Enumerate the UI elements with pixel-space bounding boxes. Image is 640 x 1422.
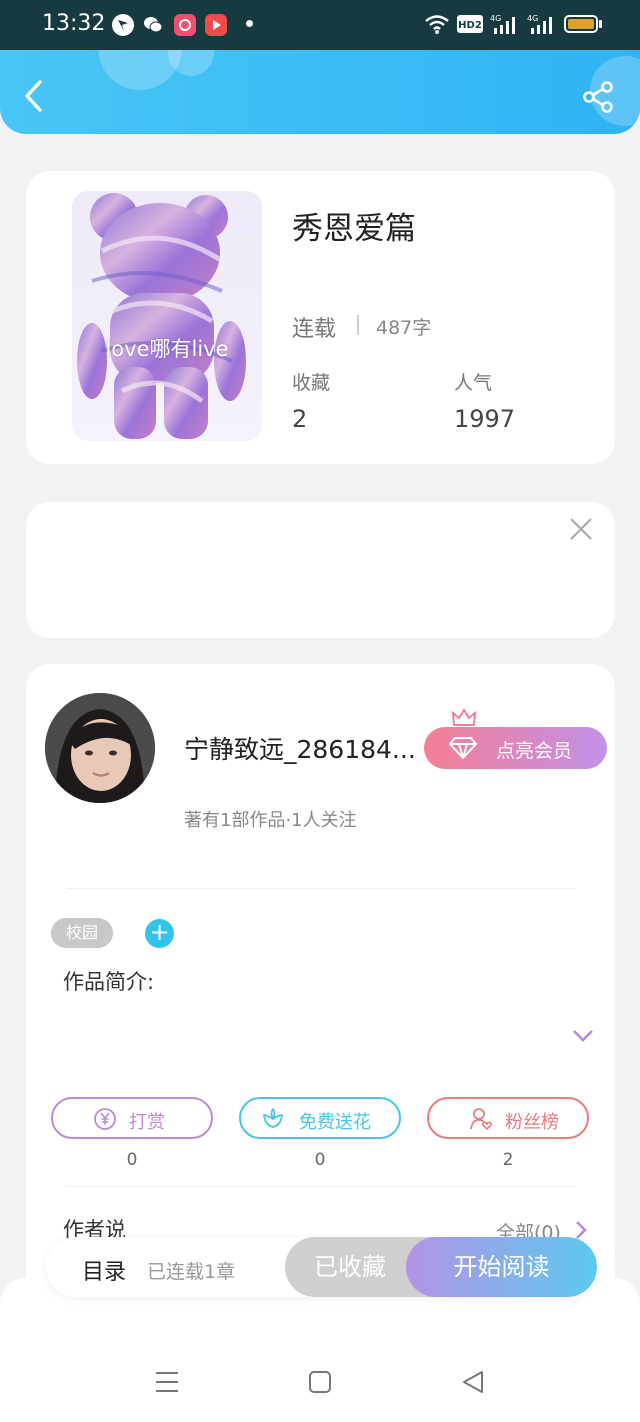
hd-badge: HD2 — [457, 15, 483, 37]
plus-icon: + — [149, 918, 170, 946]
author-name[interactable]: 宁静致远_286184... — [184, 730, 424, 766]
author-avatar[interactable] — [45, 693, 155, 803]
share-button[interactable] — [582, 80, 616, 114]
favorites-label: 收藏 — [292, 372, 331, 394]
status-bar: 13:32 HD2 4G 4G — [0, 0, 640, 50]
vip-button[interactable]: 点亮会员 — [424, 727, 607, 769]
system-navigation-bar — [0, 1278, 640, 1422]
section-divider — [66, 888, 576, 889]
user-heart-icon — [470, 1108, 492, 1131]
home-square-icon — [309, 1371, 331, 1393]
add-tag-button[interactable]: + — [145, 919, 174, 948]
bear-cover-illustration — [77, 193, 246, 439]
start-reading-button[interactable]: 开始阅读 — [406, 1237, 597, 1297]
reward-count: 0 — [126, 1150, 138, 1170]
battery-icon — [564, 15, 598, 33]
status-time: 13:32 — [42, 11, 106, 36]
popularity-value: 1997 — [454, 405, 516, 433]
send-flower-button[interactable]: 免费送花 — [239, 1097, 401, 1139]
fan-count: 2 — [502, 1150, 514, 1170]
fan-ranking-button[interactable]: 粉丝榜 — [427, 1097, 589, 1139]
yen-coin-icon — [94, 1108, 116, 1130]
notification-dot — [246, 20, 253, 27]
chevron-left-icon — [25, 80, 42, 112]
flower-icon — [263, 1108, 283, 1128]
table-of-contents-button[interactable]: 目录 — [82, 1254, 126, 1286]
collected-label: 已收藏 — [314, 1253, 386, 1281]
diamond-icon — [449, 737, 477, 759]
flower-count: 0 — [314, 1150, 326, 1170]
svg-text:HD2: HD2 — [458, 20, 482, 31]
vip-button-label: 点亮会员 — [496, 740, 573, 762]
wechat-icon — [142, 14, 164, 36]
avatar-photo — [45, 693, 155, 803]
reward-label: 打赏 — [129, 1112, 165, 1133]
back-triangle-icon — [463, 1371, 483, 1393]
home-button[interactable] — [305, 1367, 335, 1397]
intro-label: 作品简介: — [63, 970, 155, 994]
share-icon — [583, 81, 613, 113]
svg-text:4G: 4G — [527, 14, 538, 23]
app-badge-icon — [174, 14, 196, 36]
cover-caption: love哪有live — [105, 337, 229, 361]
battery-tip — [599, 20, 602, 28]
chevron-down-icon — [573, 1030, 593, 1042]
section-divider — [66, 1186, 576, 1187]
video-app-icon — [205, 14, 227, 36]
word-count: 487字 — [376, 317, 432, 339]
ad-close-button[interactable] — [568, 516, 594, 542]
author-card: 宁静致远_286184... 著有1部作品·1人关注 点亮会员 校园 + 作品简… — [26, 664, 615, 1304]
author-meta: 著有1部作品·1人关注 — [184, 810, 357, 831]
system-back-button[interactable] — [458, 1367, 488, 1397]
svg-text:4G: 4G — [490, 14, 501, 23]
menu-icon — [156, 1372, 178, 1392]
expand-intro-button[interactable] — [571, 1028, 595, 1044]
header-bar — [0, 50, 640, 134]
crown-icon — [451, 708, 477, 726]
close-icon — [570, 518, 592, 540]
book-title: 秀恩爱篇 — [292, 211, 416, 247]
book-cover[interactable]: love哪有live — [72, 191, 262, 441]
wifi-icon — [424, 13, 450, 39]
bottom-action-bar: 目录 已连载1章 已收藏 开始阅读 — [46, 1237, 597, 1297]
decor-bubble — [168, 50, 214, 76]
popularity-label: 人气 — [454, 372, 493, 394]
send-flower-label: 免费送花 — [299, 1112, 371, 1133]
menu-button[interactable] — [152, 1367, 182, 1397]
fan-ranking-label: 粉丝榜 — [505, 1112, 559, 1133]
tag-chip[interactable]: 校园 — [51, 918, 113, 948]
chapter-count: 已连载1章 — [147, 1261, 236, 1283]
book-status: 连载 — [292, 317, 337, 342]
back-button[interactable] — [20, 78, 50, 114]
book-info-card: love哪有live 秀恩爱篇 连载 487字 收藏 2 人气 1997 — [26, 171, 615, 464]
ad-banner — [26, 502, 615, 638]
cell-signal-icon-2: 4G — [527, 13, 555, 39]
status-divider — [357, 315, 359, 335]
app-notification-icon — [112, 14, 134, 36]
favorites-value: 2 — [292, 405, 308, 433]
cell-signal-icon-1: 4G — [490, 13, 518, 39]
reward-button[interactable]: 打赏 — [51, 1097, 213, 1139]
